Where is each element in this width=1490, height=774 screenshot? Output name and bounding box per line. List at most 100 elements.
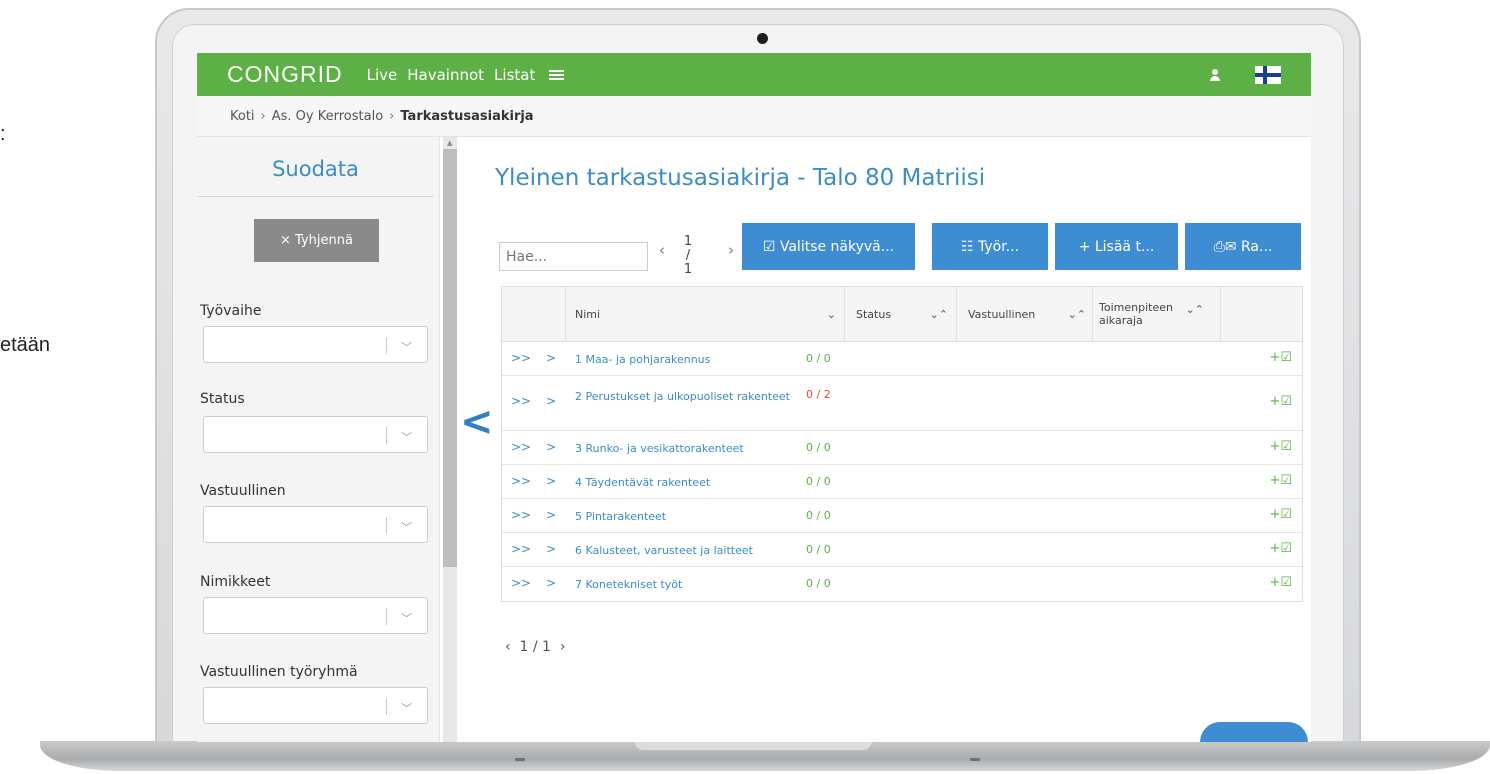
scroll-up-icon[interactable]: ▲ <box>447 139 452 147</box>
chevron-down-icon: ﹀ <box>401 431 412 444</box>
table-row[interactable]: >> > 6 Kalusteet, varusteet ja laitteet … <box>502 533 1302 567</box>
chevron-right-icon[interactable]: › <box>728 241 734 259</box>
expand-all-icon[interactable]: >> <box>511 576 531 590</box>
top-navbar: CONGRID Live Havainnot Listat <box>197 53 1311 96</box>
row-count: 0 / 2 <box>806 388 831 401</box>
slide-text-fragment: etään <box>0 334 51 356</box>
finland-flag-icon[interactable] <box>1255 65 1281 84</box>
nav-live[interactable]: Live <box>367 66 398 84</box>
pager-current: 1 /1 <box>683 234 693 277</box>
congrid-logo[interactable]: CONGRID <box>227 61 343 88</box>
header-nimi[interactable]: Nimi ⌄ <box>566 287 845 341</box>
sort-toggle-icon[interactable]: ⌄⌃ <box>1068 308 1086 321</box>
row-name[interactable]: 2 Perustukset ja ulkopuoliset rakenteet <box>575 389 790 404</box>
expand-icon[interactable]: > <box>546 474 556 488</box>
nav-havainnot[interactable]: Havainnot <box>407 66 484 84</box>
add-task-icon[interactable]: +☑ <box>1269 439 1292 454</box>
app-screen: CONGRID Live Havainnot Listat Koti › As.… <box>197 53 1311 742</box>
chevron-left-icon[interactable]: ‹ <box>505 639 511 655</box>
filter-select-status[interactable]: ﹀ <box>203 416 428 453</box>
laptop-notch <box>633 741 873 751</box>
expand-icon[interactable]: > <box>546 440 556 454</box>
expand-icon[interactable]: > <box>546 394 556 408</box>
row-name[interactable]: 4 Täydentävät rakenteet <box>575 475 790 490</box>
filter-label-status: Status <box>200 391 245 407</box>
add-task-icon[interactable]: +☑ <box>1269 350 1292 365</box>
row-count: 0 / 0 <box>806 441 831 454</box>
select-visible-button[interactable]: ☑ Valitse näkyvä... <box>742 223 915 270</box>
table-row[interactable]: >> > 3 Runko- ja vesikattorakenteet 0 / … <box>502 431 1302 465</box>
breadcrumb: Koti › As. Oy Kerrostalo › Tarkastusasia… <box>197 96 1311 137</box>
filter-select-vastuullinen-tyoryhma[interactable]: ﹀ <box>203 687 428 724</box>
header-vastuullinen-label: Vastuullinen <box>968 307 1036 321</box>
hamburger-icon[interactable] <box>549 69 565 80</box>
add-task-icon[interactable]: +☑ <box>1269 394 1292 409</box>
header-nimi-label: Nimi <box>575 307 601 321</box>
table-row[interactable]: >> > 2 Perustukset ja ulkopuoliset raken… <box>502 376 1302 431</box>
chevron-left-icon[interactable]: ‹ <box>659 241 665 259</box>
filter-label-vastuullinen-tyoryhma: Vastuullinen työryhmä <box>200 664 358 680</box>
expand-all-icon[interactable]: >> <box>511 508 531 522</box>
expand-icon[interactable]: > <box>546 576 556 590</box>
header-vastuullinen[interactable]: Vastuullinen ⌄⌃ <box>957 287 1093 341</box>
work-groups-button[interactable]: ☷ Työr... <box>932 223 1048 270</box>
slide-canvas: : etään CONGRID Live Havainnot Listat Ko… <box>0 0 1490 774</box>
sort-toggle-icon[interactable]: ⌄⌃ <box>1186 303 1204 316</box>
content-area: Suodata × Tyhjennä Työvaihe ﹀ Status ﹀ V… <box>197 137 1311 742</box>
report-button[interactable]: ⎙✉ Ra... <box>1185 223 1301 270</box>
chevron-right-icon[interactable]: › <box>560 639 566 655</box>
filter-select-vastuullinen[interactable]: ﹀ <box>203 506 428 543</box>
user-icon[interactable] <box>1209 68 1221 81</box>
pager-bottom: ‹ 1 / 1 › <box>505 639 565 655</box>
table-row[interactable]: >> > 5 Pintarakenteet 0 / 0 +☑ <box>502 499 1302 533</box>
sidebar-scroll-thumb[interactable] <box>443 149 457 567</box>
filter-label-nimikkeet: Nimikkeet <box>200 574 271 590</box>
expand-all-icon[interactable]: >> <box>511 394 531 408</box>
chevron-down-icon: ﹀ <box>401 341 412 354</box>
breadcrumb-home[interactable]: Koti <box>230 109 255 124</box>
add-task-icon[interactable]: +☑ <box>1269 473 1292 488</box>
expand-icon[interactable]: > <box>546 508 556 522</box>
header-toimenpiteen-aikaraja[interactable]: Toimenpiteen aikaraja ⌄⌃ <box>1093 287 1221 341</box>
add-task-icon[interactable]: +☑ <box>1269 575 1292 590</box>
sidebar-title: Suodata <box>197 137 434 197</box>
breadcrumb-project[interactable]: As. Oy Kerrostalo <box>272 109 383 124</box>
row-name[interactable]: 6 Kalusteet, varusteet ja laitteet <box>575 543 790 558</box>
expand-all-icon[interactable]: >> <box>511 542 531 556</box>
table-row[interactable]: >> > 1 Maa- ja pohjarakennus 0 / 0 +☑ <box>502 342 1302 376</box>
clear-filters-button[interactable]: × Tyhjennä <box>254 219 379 262</box>
camera-icon <box>757 33 768 44</box>
row-name[interactable]: 1 Maa- ja pohjarakennus <box>575 352 790 367</box>
table-row[interactable]: >> > 7 Konetekniset työt 0 / 0 +☑ <box>502 567 1302 601</box>
row-name[interactable]: 3 Runko- ja vesikattorakenteet <box>575 441 790 456</box>
slide-text-fragment: : <box>0 123 6 145</box>
floating-action-button[interactable] <box>1200 722 1308 742</box>
filter-select-nimikkeet[interactable]: ﹀ <box>203 597 428 634</box>
row-count: 0 / 0 <box>806 543 831 556</box>
sort-down-icon[interactable]: ⌄ <box>827 308 836 321</box>
expand-all-icon[interactable]: >> <box>511 440 531 454</box>
expand-all-icon[interactable]: >> <box>511 474 531 488</box>
nav-listat[interactable]: Listat <box>494 66 535 84</box>
filter-label-vastuullinen: Vastuullinen <box>200 483 286 499</box>
row-name[interactable]: 5 Pintarakenteet <box>575 509 790 524</box>
expand-all-icon[interactable]: >> <box>511 351 531 365</box>
breadcrumb-separator-icon: › <box>260 108 266 124</box>
expand-icon[interactable]: > <box>546 351 556 365</box>
filter-select-tyovaihe[interactable]: ﹀ <box>203 326 428 363</box>
filter-label-tyovaihe: Työvaihe <box>200 303 262 319</box>
table-row[interactable]: >> > 4 Täydentävät rakenteet 0 / 0 +☑ <box>502 465 1302 499</box>
add-task-icon[interactable]: +☑ <box>1269 541 1292 556</box>
add-task-icon[interactable]: +☑ <box>1269 507 1292 522</box>
chevron-down-icon: ﹀ <box>401 612 412 625</box>
search-input[interactable] <box>499 242 648 271</box>
collapse-sidebar-icon[interactable]: < <box>460 399 494 445</box>
sort-toggle-icon[interactable]: ⌄⌃ <box>930 308 948 321</box>
laptop-foot <box>970 758 980 761</box>
header-status[interactable]: Status ⌄⌃ <box>845 287 957 341</box>
pager-bottom-value: 1 / 1 <box>519 639 551 655</box>
expand-icon[interactable]: > <box>546 542 556 556</box>
row-name[interactable]: 7 Konetekniset työt <box>575 577 790 592</box>
add-item-button[interactable]: + Lisää t... <box>1055 223 1178 270</box>
filter-sidebar: Suodata × Tyhjennä Työvaihe ﹀ Status ﹀ V… <box>197 137 440 742</box>
